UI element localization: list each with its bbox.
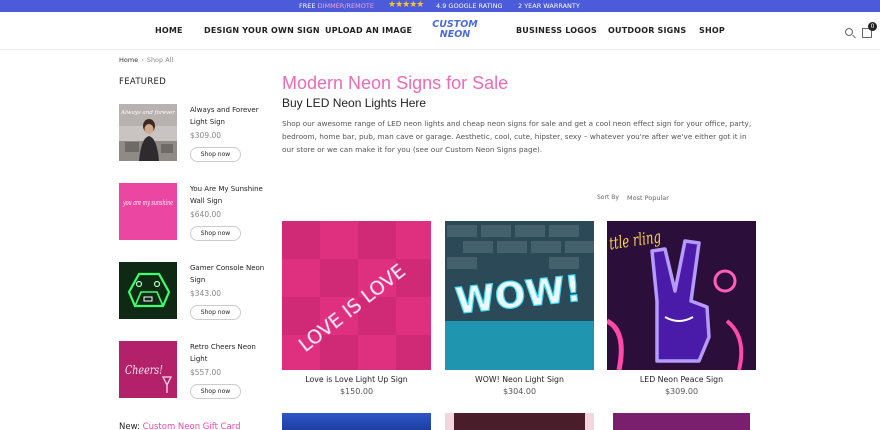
promo-rating: 4.9 GOOGLE RATING: [436, 2, 503, 10]
featured-heading: FEATURED: [119, 77, 167, 87]
promo-bar: FREE DIMMER/REMOTE ★★★★★ 4.9 GOOGLE RATI…: [0, 0, 880, 12]
promo-free-highlight: DIMMER/REMOTE: [317, 2, 374, 10]
featured-thumb-image[interactable]: you are my sunshine: [119, 183, 177, 240]
product-image-next-row[interactable]: [607, 413, 756, 430]
featured-item-price: $309.00: [190, 131, 222, 140]
product-price: $150.00: [339, 387, 374, 396]
featured-thumb-image[interactable]: Cheers!: [119, 341, 177, 398]
promo-warranty: 2 YEAR WARRANTY: [518, 2, 580, 10]
sort-select[interactable]: Most Popular: [627, 194, 669, 202]
featured-item-name[interactable]: Gamer Console Neon Sign: [190, 262, 270, 286]
site-logo[interactable]: CUSTOM NEON: [424, 20, 486, 44]
product-title[interactable]: LED Neon Peace Sign: [597, 375, 766, 384]
featured-thumb-neon-text: you are my sunshine: [122, 199, 173, 207]
promo-free-label: FREE: [299, 2, 316, 10]
featured-thumb-image[interactable]: [119, 262, 177, 319]
featured-thumb-image[interactable]: Always and forever: [119, 104, 177, 161]
featured-thumb-neon-text: Always and forever: [120, 110, 175, 116]
nav-home[interactable]: HOME: [155, 26, 183, 35]
featured-item-name[interactable]: Always and Forever Light Sign: [190, 104, 270, 128]
featured-item-price: $640.00: [190, 210, 222, 219]
product-price: $309.00: [664, 387, 699, 396]
featured-item: Gamer Console Neon Sign $343.00 Shop now: [119, 262, 269, 322]
product-image[interactable]: LOVE IS LOVE: [282, 221, 431, 370]
product-image-next-row[interactable]: [282, 413, 431, 430]
product-image[interactable]: ttle rling: [607, 221, 756, 370]
featured-item-price: $343.00: [190, 289, 222, 298]
breadcrumb-home[interactable]: Home: [119, 56, 138, 64]
nav-business-logos[interactable]: BUSINESS LOGOS: [516, 26, 597, 35]
cart-count-badge: 0: [868, 22, 877, 31]
gift-card-promo: New: Custom Neon Gift Card: [119, 422, 241, 430]
breadcrumb-separator: ›: [141, 56, 144, 64]
gift-card-link[interactable]: Custom Neon Gift Card: [143, 422, 241, 430]
product-image-next-row[interactable]: [445, 413, 594, 430]
page-subtitle: Buy LED Neon Lights Here: [282, 96, 427, 110]
featured-item-name[interactable]: Retro Cheers Neon Light: [190, 341, 270, 365]
breadcrumb: Home › Shop All: [119, 56, 173, 64]
promo-free: FREE DIMMER/REMOTE: [299, 2, 374, 10]
featured-item: you are my sunshine You Are My Sunshine …: [119, 183, 269, 243]
logo-line2: NEON: [439, 29, 471, 40]
rating-stars-icon: ★★★★★: [388, 0, 424, 10]
featured-thumb-neon-text: Cheers!: [125, 363, 163, 377]
featured-item-price: $557.00: [190, 368, 222, 377]
featured-item-name[interactable]: You Are My Sunshine Wall Sign: [190, 183, 270, 207]
shop-now-button[interactable]: Shop now: [190, 147, 241, 162]
featured-item: Cheers! Retro Cheers Neon Light $557.00 …: [119, 341, 269, 401]
product-title[interactable]: WOW! Neon Light Sign: [435, 375, 604, 384]
product-price: $304.00: [502, 387, 537, 396]
nav-outdoor-signs[interactable]: OUTDOOR SIGNS: [608, 26, 686, 35]
main-nav: HOME DESIGN YOUR OWN SIGN UPLOAD AN IMAG…: [0, 12, 880, 50]
nav-upload-an-image[interactable]: UPLOAD AN IMAGE: [325, 26, 412, 35]
nav-shop[interactable]: SHOP: [699, 26, 725, 35]
sort-label: Sort By: [597, 194, 619, 201]
breadcrumb-current: Shop All: [146, 56, 174, 64]
featured-item: Always and forever Always and Forever Li…: [119, 104, 269, 164]
search-icon[interactable]: [845, 28, 853, 36]
shop-now-button[interactable]: Shop now: [190, 384, 241, 399]
shop-now-button[interactable]: Shop now: [190, 305, 241, 320]
product-image[interactable]: WOW!: [445, 221, 594, 370]
nav-design-your-own-sign[interactable]: DESIGN YOUR OWN SIGN: [204, 26, 320, 35]
product-title[interactable]: Love is Love Light Up Sign: [272, 375, 441, 384]
page-description: Shop our awesome range of LED neon light…: [282, 119, 752, 154]
gift-card-prefix: New:: [119, 422, 140, 430]
page-title: Modern Neon Signs for Sale: [282, 73, 509, 93]
shop-now-button[interactable]: Shop now: [190, 226, 241, 241]
